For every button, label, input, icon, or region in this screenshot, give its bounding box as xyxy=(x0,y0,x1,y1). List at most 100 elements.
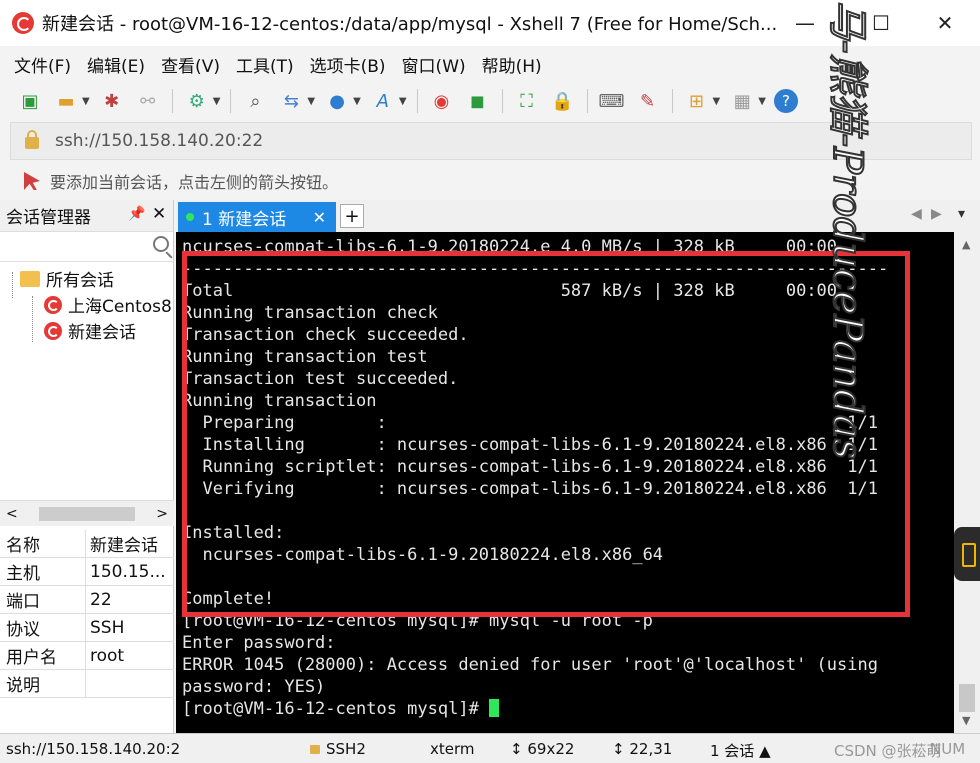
tab-prev-icon[interactable]: ◀ xyxy=(911,206,922,222)
usb-icon[interactable] xyxy=(954,527,980,581)
tree-item-label: 新建会话 xyxy=(68,323,136,343)
property-value xyxy=(86,670,174,697)
status-terminal-type: xterm xyxy=(430,740,475,758)
search-icon[interactable] xyxy=(153,236,169,252)
status-cursor-label: 22,31 xyxy=(629,740,673,758)
property-key: 说明 xyxy=(0,670,86,697)
tab-next-icon[interactable]: ▶ xyxy=(931,206,942,222)
highlight-icon[interactable]: ✎ xyxy=(634,87,662,115)
session-search-input[interactable] xyxy=(0,232,173,262)
chevron-down-icon[interactable]: ▼ xyxy=(307,96,315,107)
menu-window[interactable]: 窗口(W) xyxy=(402,52,466,77)
scroll-down-icon[interactable]: ▼ xyxy=(962,714,970,727)
add-tab-button[interactable]: + xyxy=(340,204,364,228)
menu-bar: 文件(F) 编辑(E) 查看(V) 工具(T) 选项卡(B) 窗口(W) 帮助(… xyxy=(0,46,980,82)
chevron-down-icon[interactable]: ▼ xyxy=(213,96,221,107)
status-sessions[interactable]: 1 会话 ▲ xyxy=(710,740,771,761)
reconnect-icon[interactable]: ✱ xyxy=(98,87,126,115)
font-icon[interactable]: A xyxy=(369,87,397,115)
chevron-down-icon[interactable]: ▼ xyxy=(353,96,361,107)
address-bar[interactable]: ssh://150.158.140.20:22 xyxy=(10,122,972,160)
fullscreen-icon[interactable]: ⛶ xyxy=(513,87,541,115)
chevron-down-icon[interactable]: ▼ xyxy=(399,96,407,107)
transfer-icon[interactable]: ⇆ xyxy=(277,87,305,115)
toolbar-divider xyxy=(416,89,418,113)
close-button[interactable]: ✕ xyxy=(920,0,970,46)
keyboard-icon[interactable]: ⌨ xyxy=(598,87,626,115)
lock-icon[interactable]: 🔒 xyxy=(549,87,577,115)
properties-icon[interactable]: ⚙ xyxy=(183,87,211,115)
terminal-line: Installed: xyxy=(182,523,285,543)
property-value: 150.15... xyxy=(90,561,166,582)
open-folder-icon[interactable]: ▬ xyxy=(52,87,80,115)
horizontal-scrollbar[interactable]: < > xyxy=(0,500,174,526)
session-tree: 所有会话 上海Centos8 新建会话 xyxy=(0,262,173,498)
chevron-down-icon[interactable]: ▼ xyxy=(82,96,90,107)
status-protocol-label: SSH2 xyxy=(326,740,366,758)
terminal-line: Complete! xyxy=(182,589,275,609)
scrollbar-thumb[interactable] xyxy=(39,506,135,521)
hint-text: 要添加当前会话，点击左侧的箭头按钮。 xyxy=(50,173,339,192)
add-tab-icon[interactable]: ⊞ xyxy=(683,87,711,115)
property-value: root xyxy=(90,645,125,666)
terminal-line: Transaction test succeeded. xyxy=(182,369,459,389)
tree-item-label: 上海Centos8 xyxy=(68,297,172,317)
tab-bar: 1 新建会话 ✕ + ◀ ▶ ▾ xyxy=(176,200,980,232)
new-session-icon[interactable]: ▣ xyxy=(16,87,44,115)
close-icon[interactable]: ✕ xyxy=(152,204,166,224)
disconnect-icon[interactable]: ⚯ xyxy=(134,87,162,115)
property-row: 主机 150.15... xyxy=(0,558,174,586)
menu-edit[interactable]: 编辑(E) xyxy=(87,52,145,77)
help-icon[interactable]: ? xyxy=(773,89,798,113)
property-value: 新建会话 xyxy=(90,536,158,556)
cursor-icon: ↕ xyxy=(612,740,625,758)
terminal-line: Transaction check succeeded. xyxy=(182,325,469,345)
chevron-down-icon[interactable]: ▼ xyxy=(758,96,766,107)
xshell-app-icon xyxy=(12,12,34,34)
menu-view[interactable]: 查看(V) xyxy=(161,52,220,77)
layout-icon[interactable]: ▦ xyxy=(728,87,756,115)
chevron-up-icon[interactable]: ▲ xyxy=(759,742,771,760)
menu-tools[interactable]: 工具(T) xyxy=(236,52,294,77)
toolbar-divider xyxy=(230,89,232,113)
tab-close-icon[interactable]: ✕ xyxy=(313,208,326,227)
property-key: 名称 xyxy=(0,530,86,557)
property-row: 协议 SSH xyxy=(0,614,174,642)
find-icon[interactable]: ⌕ xyxy=(241,87,269,115)
globe-icon[interactable]: ● xyxy=(323,87,351,115)
terminal-vertical-scrollbar[interactable]: ▲ ▼ xyxy=(954,232,980,733)
terminal[interactable]: ncurses-compat-libs-6.1-9.20180224.e 4.0… xyxy=(176,232,954,733)
terminal-line: ERROR 1045 (28000): Access denied for us… xyxy=(182,655,878,675)
xftp-icon[interactable]: ◼ xyxy=(464,87,492,115)
scroll-left-icon[interactable]: < xyxy=(6,506,18,522)
terminal-prompt-line: [root@VM-16-12-centos mysql]# xyxy=(182,698,954,720)
arrow-icon[interactable] xyxy=(24,172,40,190)
maximize-button[interactable]: ☐ xyxy=(856,0,906,46)
lock-icon xyxy=(25,130,39,149)
minimize-button[interactable]: — xyxy=(780,0,830,46)
tree-item-shanghai-centos8[interactable]: 上海Centos8 xyxy=(44,292,172,317)
tree-item-new-session[interactable]: 新建会话 xyxy=(44,318,136,343)
menu-help[interactable]: 帮助(H) xyxy=(482,52,542,77)
connected-status-icon xyxy=(186,213,194,221)
scroll-right-icon[interactable]: > xyxy=(156,506,168,522)
terminal-prompt: [root@VM-16-12-centos mysql]# xyxy=(182,699,490,719)
terminal-line: Enter password: xyxy=(182,633,336,653)
xshell-icon[interactable]: ◉ xyxy=(428,87,456,115)
tab-new-session[interactable]: 1 新建会话 ✕ xyxy=(178,202,336,232)
tab-menu-icon[interactable]: ▾ xyxy=(958,206,965,222)
folder-icon xyxy=(20,270,40,287)
property-row: 说明 xyxy=(0,670,174,698)
terminal-line: Running scriptlet: ncurses-compat-libs-6… xyxy=(182,457,878,477)
chevron-down-icon[interactable]: ▼ xyxy=(713,96,721,107)
property-key: 协议 xyxy=(0,614,86,641)
scroll-up-icon[interactable]: ▲ xyxy=(962,238,970,251)
tree-item-all-sessions[interactable]: 所有会话 xyxy=(20,266,114,291)
menu-file[interactable]: 文件(F) xyxy=(14,52,71,77)
session-manager-header: 会话管理器 📌 ✕ xyxy=(0,200,173,232)
menu-tabs[interactable]: 选项卡(B) xyxy=(310,52,386,77)
scrollbar-thumb[interactable] xyxy=(959,684,975,712)
pin-icon[interactable]: 📌 xyxy=(128,206,145,222)
property-value: SSH xyxy=(90,617,125,638)
